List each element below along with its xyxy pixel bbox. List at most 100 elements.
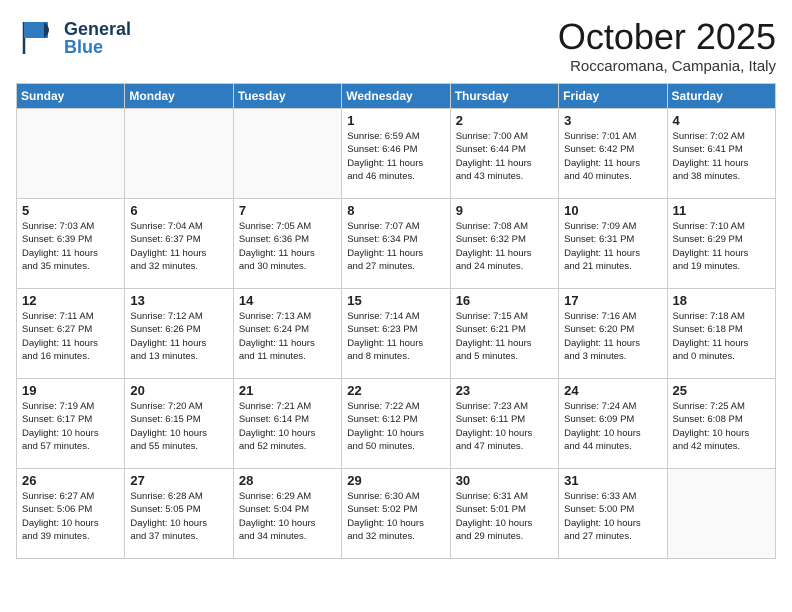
day-info: Sunrise: 6:27 AM Sunset: 5:06 PM Dayligh…	[22, 490, 119, 543]
calendar-cell: 5Sunrise: 7:03 AM Sunset: 6:39 PM Daylig…	[17, 199, 125, 289]
day-number: 30	[456, 473, 553, 488]
day-number: 12	[22, 293, 119, 308]
day-number: 20	[130, 383, 227, 398]
day-number: 25	[673, 383, 770, 398]
calendar-cell: 11Sunrise: 7:10 AM Sunset: 6:29 PM Dayli…	[667, 199, 775, 289]
day-info: Sunrise: 7:00 AM Sunset: 6:44 PM Dayligh…	[456, 130, 553, 183]
weekday-header-monday: Monday	[125, 84, 233, 109]
calendar-week-2: 5Sunrise: 7:03 AM Sunset: 6:39 PM Daylig…	[17, 199, 776, 289]
weekday-header-tuesday: Tuesday	[233, 84, 341, 109]
day-number: 26	[22, 473, 119, 488]
day-number: 24	[564, 383, 661, 398]
day-info: Sunrise: 7:04 AM Sunset: 6:37 PM Dayligh…	[130, 220, 227, 273]
day-number: 19	[22, 383, 119, 398]
day-number: 15	[347, 293, 444, 308]
day-info: Sunrise: 7:18 AM Sunset: 6:18 PM Dayligh…	[673, 310, 770, 363]
day-number: 21	[239, 383, 336, 398]
day-info: Sunrise: 6:33 AM Sunset: 5:00 PM Dayligh…	[564, 490, 661, 543]
weekday-header-friday: Friday	[559, 84, 667, 109]
calendar-cell: 19 Sunrise: 7:19 AM Sunset: 6:17 PM Dayli…	[17, 379, 125, 469]
calendar-cell: 10Sunrise: 7:09 AM Sunset: 6:31 PM Dayli…	[559, 199, 667, 289]
day-info: Sunrise: 7:02 AM Sunset: 6:41 PM Dayligh…	[673, 130, 770, 183]
day-number: 3	[564, 113, 661, 128]
day-info: Sunrise: 7:15 AM Sunset: 6:21 PM Dayligh…	[456, 310, 553, 363]
day-number: 1	[347, 113, 444, 128]
title-block: October 2025 Roccaromana, Campania, Ital…	[558, 16, 776, 75]
weekday-header-row: SundayMondayTuesdayWednesdayThursdayFrid…	[17, 84, 776, 109]
day-number: 18	[673, 293, 770, 308]
calendar-cell: 15 Sunrise: 7:14 AM Sunset: 6:23 PM Dayli…	[342, 289, 450, 379]
day-number: 6	[130, 203, 227, 218]
day-number: 31	[564, 473, 661, 488]
day-info: Sunrise: 7:21 AM Sunset: 6:14 PM Dayligh…	[239, 400, 336, 453]
weekday-header-wednesday: Wednesday	[342, 84, 450, 109]
day-info: Sunrise: 7:19 AM Sunset: 6:17 PM Dayligh…	[22, 400, 119, 453]
day-number: 7	[239, 203, 336, 218]
calendar-cell: 14Sunrise: 7:13 AM Sunset: 6:24 PM Dayli…	[233, 289, 341, 379]
day-number: 23	[456, 383, 553, 398]
day-number: 14	[239, 293, 336, 308]
day-info: Sunrise: 6:29 AM Sunset: 5:04 PM Dayligh…	[239, 490, 336, 543]
day-number: 27	[130, 473, 227, 488]
calendar-cell: 7Sunrise: 7:05 AM Sunset: 6:36 PM Daylig…	[233, 199, 341, 289]
calendar-cell: 1 Sunrise: 6:59 AM Sunset: 6:46 PM Daylig…	[342, 109, 450, 199]
day-info: Sunrise: 7:03 AM Sunset: 6:39 PM Dayligh…	[22, 220, 119, 273]
day-number: 29	[347, 473, 444, 488]
day-info: Sunrise: 7:07 AM Sunset: 6:34 PM Dayligh…	[347, 220, 444, 273]
day-number: 28	[239, 473, 336, 488]
day-info: Sunrise: 7:11 AM Sunset: 6:27 PM Dayligh…	[22, 310, 119, 363]
day-number: 8	[347, 203, 444, 218]
calendar-cell: 13 Sunrise: 7:12 AM Sunset: 6:26 PM Dayli…	[125, 289, 233, 379]
day-number: 9	[456, 203, 553, 218]
day-info: Sunrise: 6:59 AM Sunset: 6:46 PM Dayligh…	[347, 130, 444, 183]
calendar-cell: 18 Sunrise: 7:18 AM Sunset: 6:18 PM Dayli…	[667, 289, 775, 379]
calendar-cell: 30Sunrise: 6:31 AM Sunset: 5:01 PM Dayli…	[450, 469, 558, 559]
calendar-cell: 16Sunrise: 7:15 AM Sunset: 6:21 PM Dayli…	[450, 289, 558, 379]
day-info: Sunrise: 6:28 AM Sunset: 5:05 PM Dayligh…	[130, 490, 227, 543]
calendar-cell: 23 Sunrise: 7:23 AM Sunset: 6:11 PM Dayli…	[450, 379, 558, 469]
day-info: Sunrise: 7:09 AM Sunset: 6:31 PM Dayligh…	[564, 220, 661, 273]
day-info: Sunrise: 7:14 AM Sunset: 6:23 PM Dayligh…	[347, 310, 444, 363]
day-info: Sunrise: 7:16 AM Sunset: 6:20 PM Dayligh…	[564, 310, 661, 363]
calendar-cell: 28 Sunrise: 6:29 AM Sunset: 5:04 PM Dayli…	[233, 469, 341, 559]
day-info: Sunrise: 7:22 AM Sunset: 6:12 PM Dayligh…	[347, 400, 444, 453]
calendar-cell	[17, 109, 125, 199]
calendar-week-4: 19 Sunrise: 7:19 AM Sunset: 6:17 PM Dayli…	[17, 379, 776, 469]
location-subtitle: Roccaromana, Campania, Italy	[558, 58, 776, 75]
calendar-cell: 26 Sunrise: 6:27 AM Sunset: 5:06 PM Dayli…	[17, 469, 125, 559]
calendar-cell: 22Sunrise: 7:22 AM Sunset: 6:12 PM Dayli…	[342, 379, 450, 469]
day-info: Sunrise: 7:01 AM Sunset: 6:42 PM Dayligh…	[564, 130, 661, 183]
day-number: 13	[130, 293, 227, 308]
calendar-cell: 20 Sunrise: 7:20 AM Sunset: 6:15 PM Dayli…	[125, 379, 233, 469]
day-info: Sunrise: 7:12 AM Sunset: 6:26 PM Dayligh…	[130, 310, 227, 363]
calendar-cell: 3 Sunrise: 7:01 AM Sunset: 6:42 PM Daylig…	[559, 109, 667, 199]
calendar-cell	[667, 469, 775, 559]
weekday-header-thursday: Thursday	[450, 84, 558, 109]
day-number: 11	[673, 203, 770, 218]
calendar-cell	[125, 109, 233, 199]
calendar-cell: 27 Sunrise: 6:28 AM Sunset: 5:05 PM Dayli…	[125, 469, 233, 559]
calendar-week-3: 12 Sunrise: 7:11 AM Sunset: 6:27 PM Dayli…	[17, 289, 776, 379]
calendar-cell: 24 Sunrise: 7:24 AM Sunset: 6:09 PM Dayli…	[559, 379, 667, 469]
calendar-cell	[233, 109, 341, 199]
calendar-table: SundayMondayTuesdayWednesdayThursdayFrid…	[16, 83, 776, 559]
weekday-header-saturday: Saturday	[667, 84, 775, 109]
calendar-cell: 9Sunrise: 7:08 AM Sunset: 6:32 PM Daylig…	[450, 199, 558, 289]
weekday-header-sunday: Sunday	[17, 84, 125, 109]
calendar-cell: 4 Sunrise: 7:02 AM Sunset: 6:41 PM Daylig…	[667, 109, 775, 199]
calendar-cell: 12 Sunrise: 7:11 AM Sunset: 6:27 PM Dayli…	[17, 289, 125, 379]
day-info: Sunrise: 7:23 AM Sunset: 6:11 PM Dayligh…	[456, 400, 553, 453]
calendar-cell: 29Sunrise: 6:30 AM Sunset: 5:02 PM Dayli…	[342, 469, 450, 559]
day-number: 17	[564, 293, 661, 308]
day-info: Sunrise: 7:24 AM Sunset: 6:09 PM Dayligh…	[564, 400, 661, 453]
calendar-cell: 8 Sunrise: 7:07 AM Sunset: 6:34 PM Daylig…	[342, 199, 450, 289]
logo-text: General Blue	[64, 20, 131, 56]
logo: General Blue	[16, 16, 131, 60]
calendar-cell: 6 Sunrise: 7:04 AM Sunset: 6:37 PM Daylig…	[125, 199, 233, 289]
calendar-cell: 31 Sunrise: 6:33 AM Sunset: 5:00 PM Dayli…	[559, 469, 667, 559]
calendar-week-5: 26 Sunrise: 6:27 AM Sunset: 5:06 PM Dayli…	[17, 469, 776, 559]
day-number: 2	[456, 113, 553, 128]
day-info: Sunrise: 7:20 AM Sunset: 6:15 PM Dayligh…	[130, 400, 227, 453]
day-number: 4	[673, 113, 770, 128]
calendar-cell: 21 Sunrise: 7:21 AM Sunset: 6:14 PM Dayli…	[233, 379, 341, 469]
